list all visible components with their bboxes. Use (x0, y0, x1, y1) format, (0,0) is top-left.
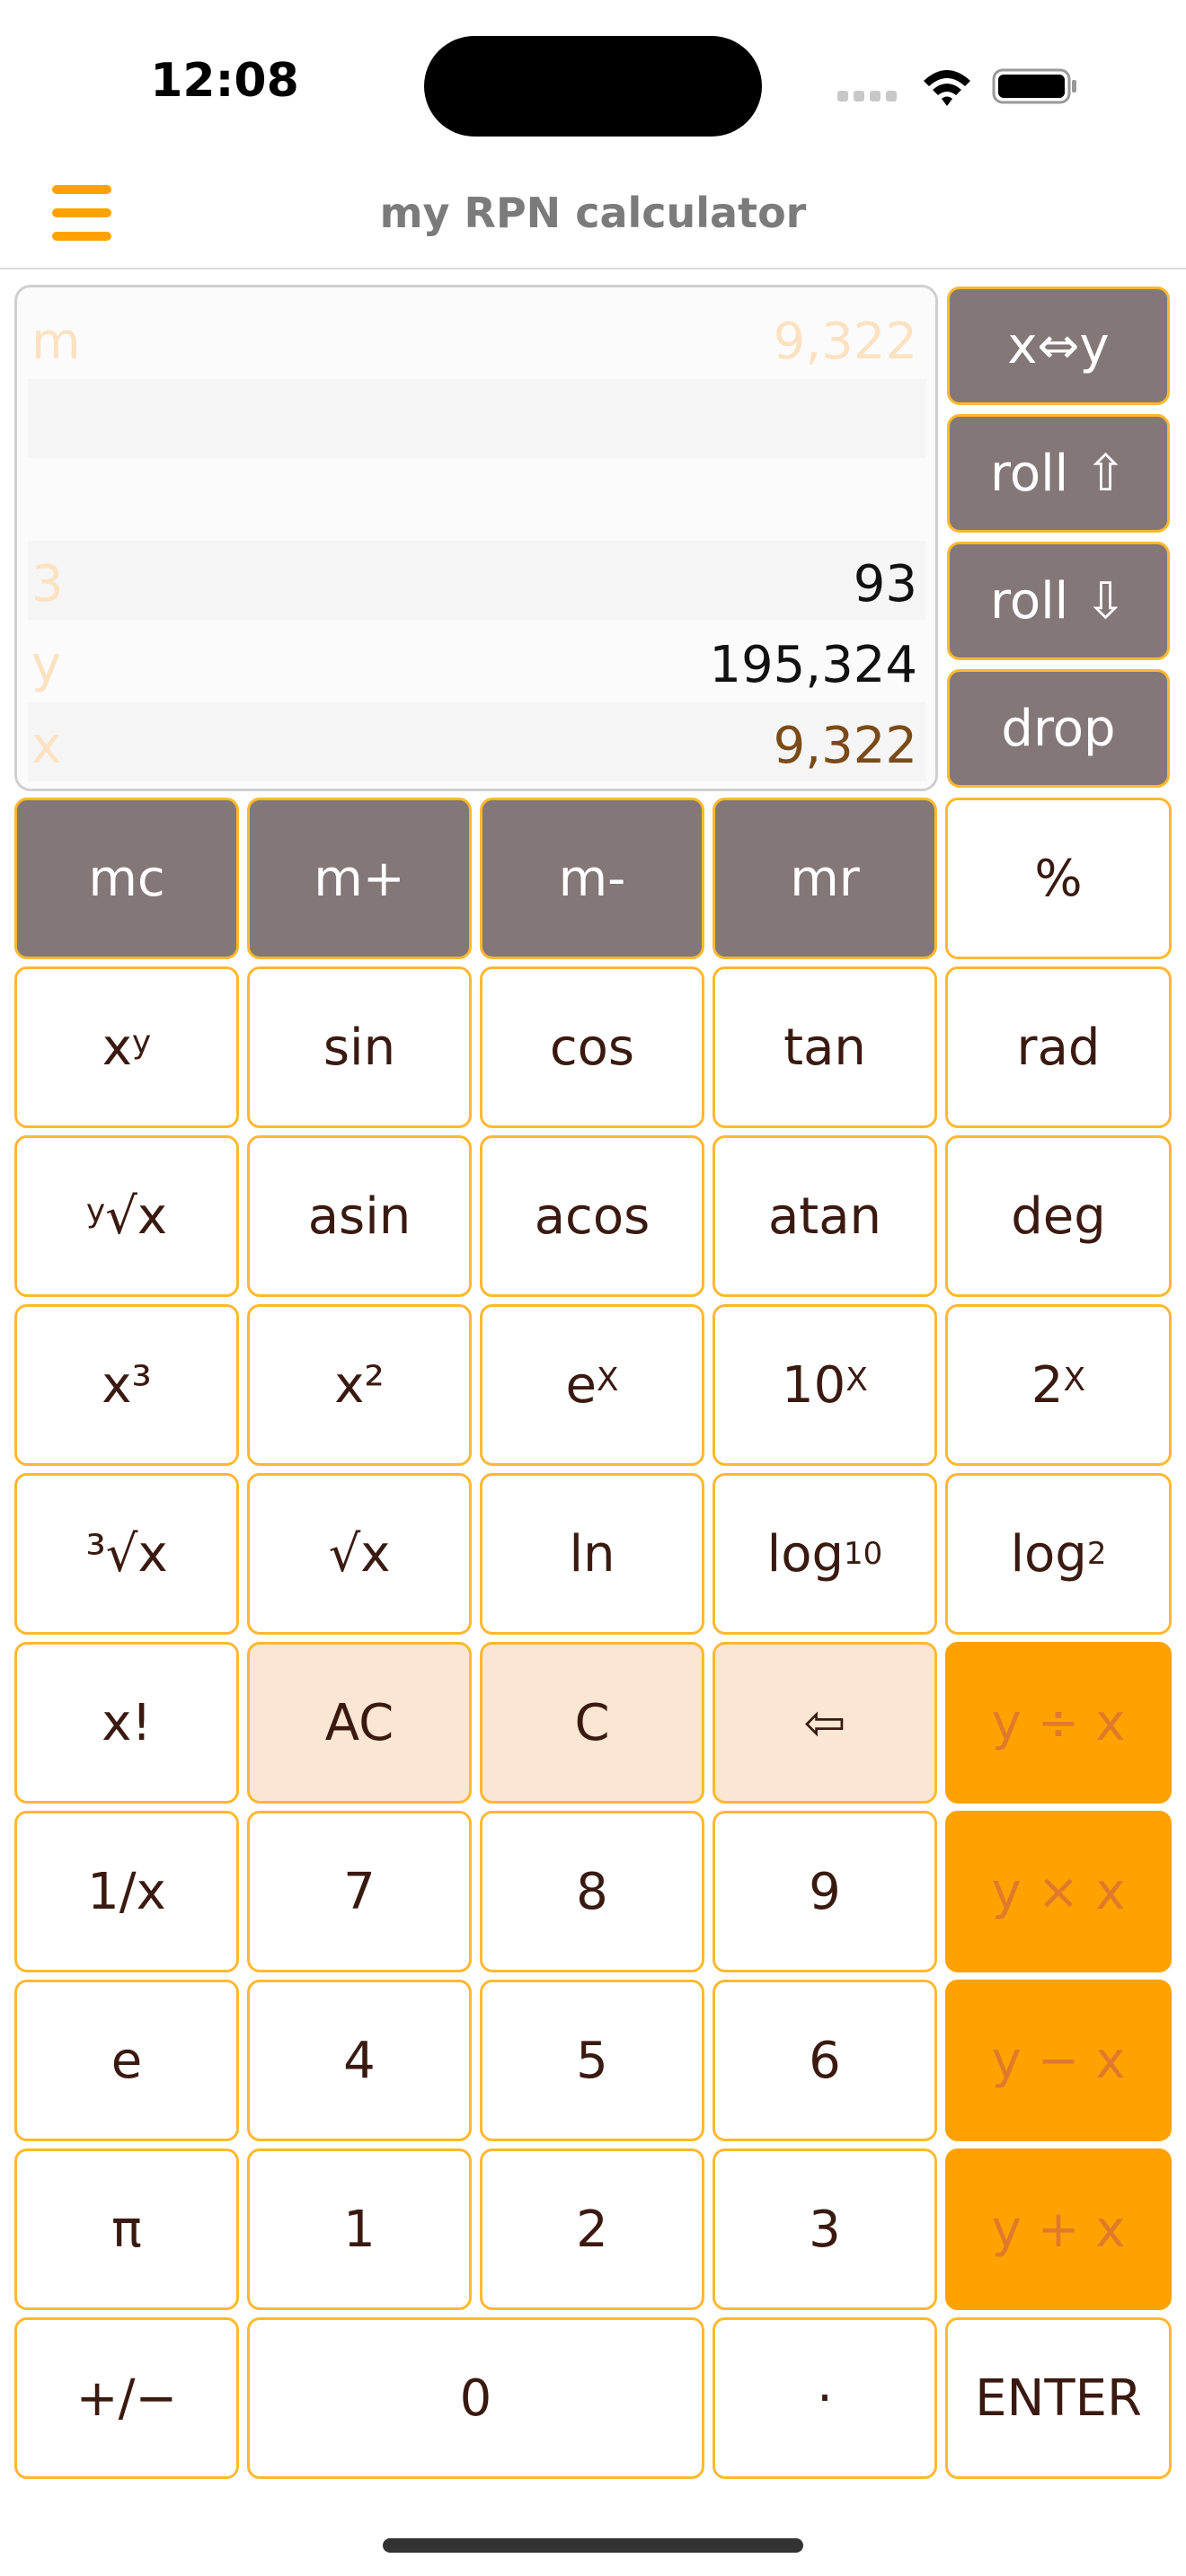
digit-3-button[interactable]: 3 (712, 2148, 937, 2310)
memory-clear-button[interactable]: mc (14, 798, 239, 959)
digit-2-button[interactable]: 2 (480, 2148, 704, 2310)
exp-exponent: X (596, 1361, 619, 1398)
wifi-icon (924, 70, 970, 106)
acos-button[interactable]: acos (480, 1135, 704, 1297)
sin-button[interactable]: sin (247, 966, 472, 1128)
root-radicand: √x (105, 1187, 168, 1246)
digit-1-button[interactable]: 1 (247, 2148, 472, 2310)
battery-icon (992, 68, 1076, 104)
multiply-button[interactable]: y × x (945, 1811, 1172, 1972)
ten-exponent: X (845, 1361, 868, 1398)
stack-row-4 (28, 460, 926, 539)
backspace-button[interactable]: ⇦ (712, 1642, 937, 1804)
log2-subscript: 2 (1086, 1536, 1107, 1572)
page-title: my RPN calculator (379, 189, 807, 237)
asin-button[interactable]: asin (247, 1135, 472, 1297)
exp-base: e (565, 1355, 597, 1415)
pi-button[interactable]: π (14, 2148, 239, 2310)
power-exponent: y (131, 1023, 152, 1061)
percent-button[interactable]: % (945, 798, 1172, 959)
drop-button[interactable]: drop (947, 669, 1170, 788)
digit-0-button[interactable]: 0 (247, 2317, 704, 2479)
enter-button[interactable]: ENTER (945, 2317, 1172, 2479)
status-time: 12:08 (150, 54, 299, 108)
stack-row-label: m (31, 313, 81, 371)
stack-row-value: 93 (853, 555, 917, 613)
deg-button[interactable]: deg (945, 1135, 1172, 1297)
stack-row-value: 9,322 (773, 717, 917, 775)
square-button[interactable]: x² (247, 1304, 472, 1466)
rad-button[interactable]: rad (945, 966, 1172, 1128)
log10-base: log (766, 1524, 845, 1584)
home-indicator[interactable] (383, 2538, 803, 2553)
negate-button[interactable]: +/− (14, 2317, 239, 2479)
memory-add-button[interactable]: m+ (247, 798, 472, 959)
power-base: x (102, 1018, 132, 1077)
swap-button[interactable]: x⇔y (947, 287, 1170, 405)
exp-button[interactable]: eX (480, 1304, 704, 1466)
factorial-button[interactable]: x! (14, 1642, 239, 1804)
navigation-bar: my RPN calculator (0, 162, 1186, 269)
roll-down-button[interactable]: roll ⇩ (947, 542, 1170, 660)
divide-button[interactable]: y ÷ x (945, 1642, 1172, 1804)
cube-root-button[interactable]: ³√x (14, 1473, 239, 1635)
ten-power-button[interactable]: 10 X (712, 1304, 937, 1466)
decimal-point-button[interactable]: · (712, 2317, 937, 2479)
backspace-icon: ⇦ (803, 1693, 846, 1752)
stack-row-label: x (31, 717, 62, 775)
two-exponent: X (1063, 1361, 1086, 1398)
cube-button[interactable]: x³ (14, 1304, 239, 1466)
stack-row-5 (28, 379, 926, 458)
square-root-button[interactable]: √x (247, 1473, 472, 1635)
power-button[interactable]: xy (14, 966, 239, 1128)
log2-base: log (1010, 1524, 1087, 1584)
digit-4-button[interactable]: 4 (247, 1980, 472, 2141)
calculator-screen: 12:08 my RPN calculator m 9,322 3 93 y 1… (0, 0, 1186, 2576)
cos-button[interactable]: cos (480, 966, 704, 1128)
status-bar: 12:08 (0, 0, 1186, 162)
dynamic-island (424, 36, 762, 137)
stack-row-label: y (31, 636, 62, 694)
ten-base: 10 (782, 1355, 846, 1415)
stack-row-value: 195,324 (709, 636, 917, 694)
clear-button[interactable]: C (480, 1642, 704, 1804)
tan-button[interactable]: tan (712, 966, 937, 1128)
stack-row-value: 9,322 (773, 313, 917, 371)
log10-subscript: 10 (844, 1536, 883, 1572)
stack-row-label: 3 (31, 555, 64, 613)
log2-button[interactable]: log 2 (945, 1473, 1172, 1635)
root-index: y (85, 1192, 106, 1230)
memory-recall-button[interactable]: mr (712, 798, 937, 959)
euler-button[interactable]: e (14, 1980, 239, 2141)
two-power-button[interactable]: 2X (945, 1304, 1172, 1466)
stack-row-y: y 195,324 (28, 622, 926, 701)
digit-9-button[interactable]: 9 (712, 1811, 937, 1972)
digit-6-button[interactable]: 6 (712, 1980, 937, 2141)
atan-button[interactable]: atan (712, 1135, 937, 1297)
cellular-signal-icon (837, 88, 902, 102)
all-clear-button[interactable]: AC (247, 1642, 472, 1804)
log10-button[interactable]: log 10 (712, 1473, 937, 1635)
subtract-button[interactable]: y − x (945, 1980, 1172, 2141)
digit-7-button[interactable]: 7 (247, 1811, 472, 1972)
ln-button[interactable]: ln (480, 1473, 704, 1635)
stack-display: m 9,322 3 93 y 195,324 x 9,322 (14, 285, 938, 791)
add-button[interactable]: y + x (945, 2148, 1172, 2310)
two-base: 2 (1031, 1355, 1064, 1415)
memory-subtract-button[interactable]: m- (480, 798, 704, 959)
stack-row-x: x 9,322 (28, 702, 926, 781)
roll-up-button[interactable]: roll ⇧ (947, 414, 1170, 533)
digit-8-button[interactable]: 8 (480, 1811, 704, 1972)
digit-5-button[interactable]: 5 (480, 1980, 704, 2141)
stack-row-memory: m 9,322 (28, 298, 926, 377)
stack-row-3: 3 93 (28, 541, 926, 620)
reciprocal-button[interactable]: 1/x (14, 1811, 239, 1972)
yth-root-button[interactable]: y √x (14, 1135, 239, 1297)
